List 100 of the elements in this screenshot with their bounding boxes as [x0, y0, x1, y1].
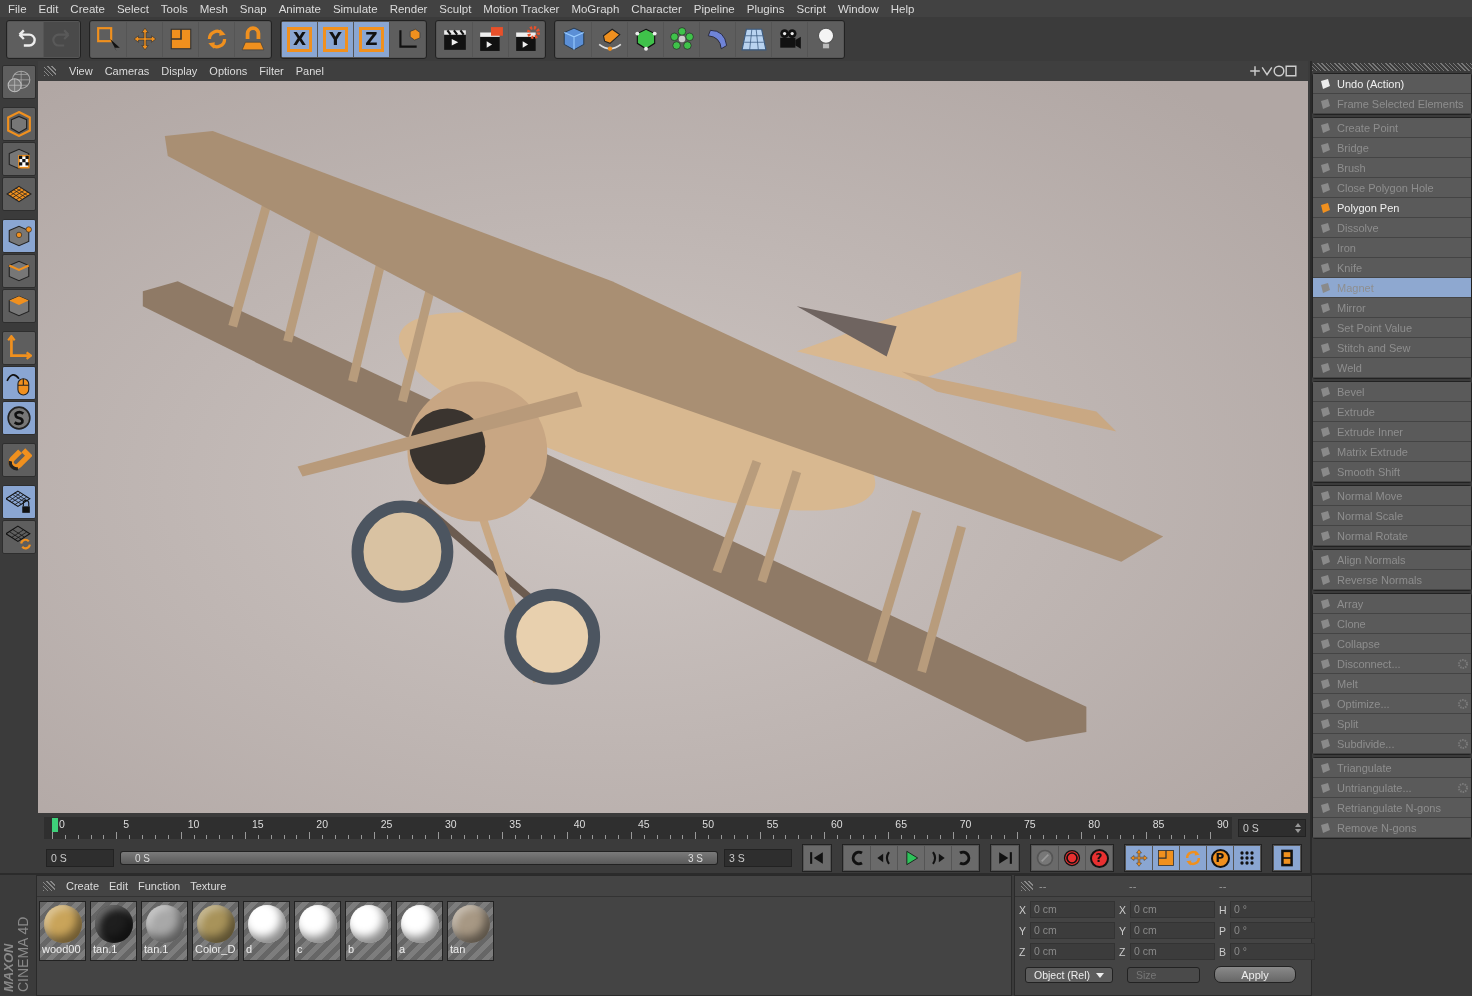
start-time-field[interactable]: 0 S [46, 849, 114, 867]
toolbar-button[interactable] [473, 21, 508, 57]
menu-item[interactable]: Simulate [326, 2, 384, 15]
tool-list-item[interactable]: Polygon Pen [1313, 198, 1471, 218]
transport-button[interactable] [871, 846, 897, 870]
menu-item[interactable]: Pipeline [687, 2, 741, 15]
menu-item[interactable]: Motion Tracker [477, 2, 566, 15]
mode-button[interactable] [2, 107, 36, 141]
end-time-field[interactable]: 3 S [724, 849, 792, 867]
grip-handle[interactable] [43, 881, 55, 891]
mode-button[interactable] [2, 443, 36, 477]
apply-button[interactable]: Apply [1214, 966, 1296, 983]
tool-icon [1319, 573, 1331, 586]
toolbar-button[interactable] [628, 21, 663, 57]
material-swatch[interactable]: a [396, 901, 443, 961]
material-swatch[interactable]: tan.1 [141, 901, 188, 961]
grip-handle[interactable] [1312, 63, 1472, 71]
mode-button[interactable] [2, 142, 36, 176]
toolbar-button[interactable] [808, 21, 843, 57]
coordinate-field[interactable]: 0 cm [1030, 901, 1115, 918]
viewport-menu-item[interactable]: Filter [254, 65, 289, 77]
coordinate-field[interactable]: 0 ° [1230, 922, 1315, 939]
menu-item[interactable]: Snap [233, 2, 273, 15]
material-swatch[interactable]: Color_D [192, 901, 239, 961]
tool-list-item[interactable]: Undo (Action) [1313, 74, 1471, 94]
transport-button[interactable] [1153, 846, 1179, 870]
menu-item[interactable]: Edit [32, 2, 65, 15]
toolbar-button[interactable] [8, 21, 43, 57]
mode-dropdown[interactable]: Object (Rel) [1025, 966, 1113, 983]
menu-item[interactable]: Plugins [740, 2, 791, 15]
time-range-bar[interactable]: 0 S 3 S [120, 851, 718, 865]
spinner-icon[interactable] [1295, 823, 1301, 833]
timeline-ruler[interactable]: 0 5 10 15 20 25 30 35 40 45 50 55 60 65 70 75 80 85 90 [44, 817, 1232, 839]
coordinate-field[interactable]: 0 cm [1130, 901, 1215, 918]
coordinate-field[interactable]: 0 cm [1030, 943, 1115, 960]
menu-item[interactable]: Sculpt [433, 2, 478, 15]
axis-toggle-button[interactable]: Y [318, 21, 353, 57]
grip-handle[interactable] [1021, 881, 1033, 891]
coordinate-field[interactable]: 0 cm [1130, 943, 1215, 960]
coordinate-field[interactable]: 0 ° [1230, 943, 1315, 960]
transport-button[interactable] [1234, 846, 1260, 870]
menu-item[interactable]: Create [64, 2, 111, 15]
menu-item[interactable]: Tools [154, 2, 194, 15]
menu-item[interactable]: Render [383, 2, 434, 15]
coordinate-field[interactable]: 0 cm [1130, 922, 1215, 939]
transport-button[interactable] [1059, 846, 1085, 870]
viewport-menu-item[interactable]: Cameras [99, 65, 155, 77]
mode-button[interactable] [2, 331, 36, 365]
viewport-menu-item[interactable]: Panel [290, 65, 329, 77]
menu-item[interactable]: Window [831, 2, 885, 15]
mode-button[interactable] [2, 65, 36, 99]
material-menu-item[interactable]: Texture [185, 880, 232, 892]
viewport-menu-item[interactable]: Options [204, 65, 253, 77]
coordinate-field[interactable]: 0 cm [1030, 922, 1115, 939]
material-swatch[interactable]: wood00 [39, 901, 86, 961]
toolbar-button[interactable] [437, 21, 472, 57]
mode-button[interactable] [2, 366, 36, 400]
menu-item[interactable]: File [2, 2, 33, 15]
floor-grid-icon [740, 26, 767, 52]
frame-number: 65 [895, 818, 907, 830]
transport-button[interactable] [844, 846, 870, 870]
mode-button[interactable] [2, 520, 36, 554]
mode-button[interactable] [2, 177, 36, 211]
axis-toggle-button[interactable]: Z [354, 21, 389, 57]
menu-item[interactable]: Character [625, 2, 688, 15]
viewport-menu-item[interactable]: View [64, 65, 98, 77]
menu-item[interactable]: Help [884, 2, 921, 15]
mode-button[interactable] [2, 289, 36, 323]
toolbar-button[interactable] [509, 21, 544, 57]
transport-button[interactable] [952, 846, 978, 870]
menu-item[interactable]: MoGraph [565, 2, 626, 15]
mode-button[interactable] [2, 401, 36, 435]
transport-button[interactable] [925, 846, 951, 870]
toolbar-button[interactable] [592, 21, 627, 57]
frame-number: 25 [380, 818, 393, 830]
frame-number: 20 [316, 818, 328, 830]
key-button[interactable]: P [1207, 846, 1233, 870]
tool-icon [1319, 637, 1331, 650]
material-swatch[interactable]: tan [447, 901, 494, 961]
toolbar-button[interactable] [390, 21, 425, 57]
menu-item[interactable]: Script [790, 2, 832, 15]
mode-button[interactable] [2, 485, 36, 519]
material-swatch[interactable]: d [243, 901, 290, 961]
material-menu-item[interactable]: Edit [104, 880, 133, 892]
current-time-field[interactable]: 0 S [1238, 819, 1306, 837]
coordinate-field[interactable]: 0 ° [1230, 901, 1315, 918]
material-swatch[interactable]: b [345, 901, 392, 961]
rotate-icon [1183, 848, 1203, 868]
transport-button[interactable] [898, 846, 924, 870]
key-button[interactable]: ? [1086, 846, 1112, 870]
axis-toggle-button[interactable]: X [282, 21, 317, 57]
material-menu-item[interactable]: Create [61, 880, 105, 892]
menu-item[interactable]: Animate [272, 2, 327, 15]
menu-item[interactable]: Select [110, 2, 155, 15]
grip-handle[interactable] [44, 66, 56, 76]
material-swatch[interactable]: c [294, 901, 341, 961]
material-menu-item[interactable]: Function [133, 880, 186, 892]
material-swatch[interactable]: tan.1 [90, 901, 137, 961]
menu-item[interactable]: Mesh [193, 2, 234, 15]
viewport-menu-item[interactable]: Display [156, 65, 203, 77]
